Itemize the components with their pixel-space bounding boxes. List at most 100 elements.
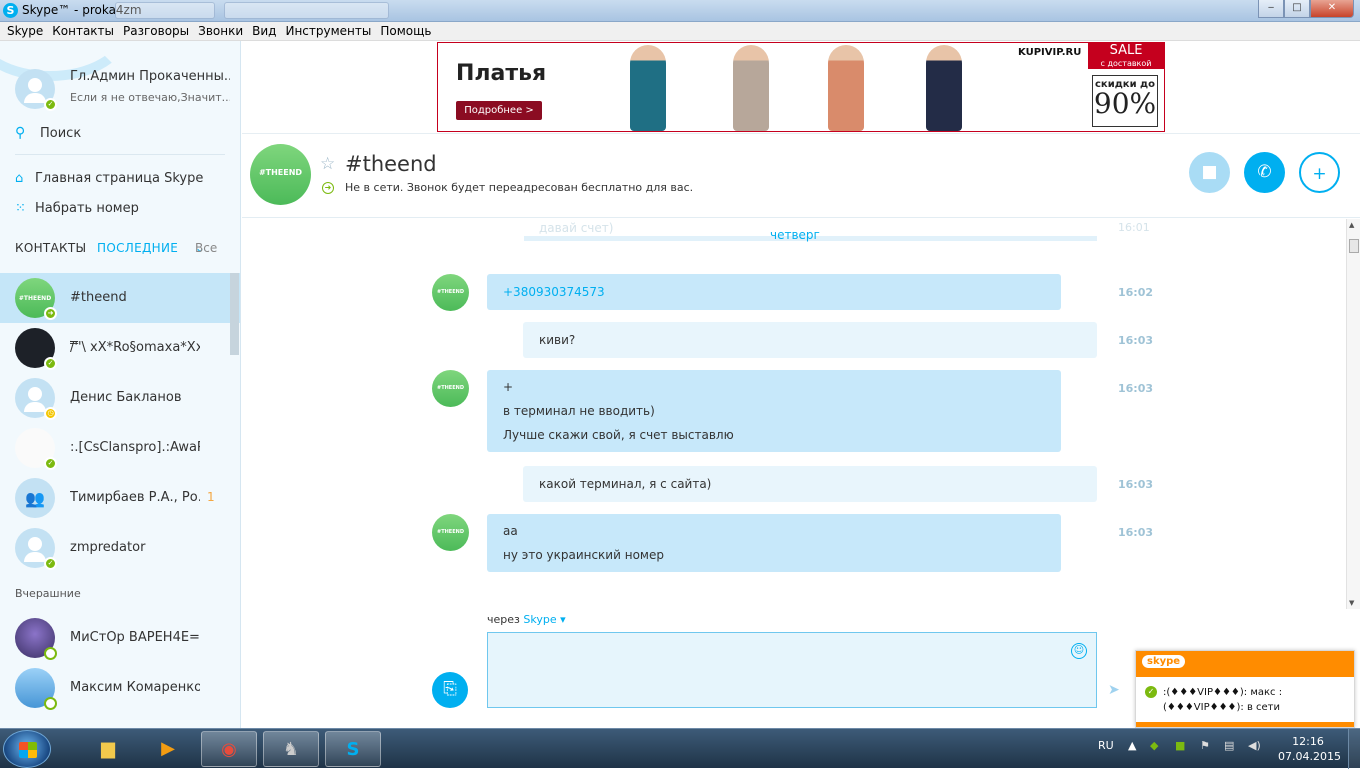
background-tab bbox=[115, 2, 215, 19]
background-tab bbox=[224, 2, 389, 19]
group-icon: 👥 bbox=[25, 488, 45, 508]
counter-strike-icon: ♞ bbox=[282, 739, 300, 760]
maximize-button[interactable]: □ bbox=[1284, 0, 1310, 18]
offline-status-icon bbox=[44, 697, 57, 710]
contact-avatar: ◷ bbox=[15, 378, 57, 420]
menu-tools[interactable]: Инструменты bbox=[282, 22, 377, 40]
language-indicator[interactable]: RU bbox=[1098, 739, 1114, 752]
contact-item[interactable]: МиСтОр ВАРЕН4Е=) bbox=[0, 613, 240, 663]
skype-notification[interactable]: skype ✓ :(♦♦♦VIP♦♦♦): макс :(♦♦♦VIP♦♦♦):… bbox=[1135, 650, 1355, 728]
dress-image bbox=[733, 45, 769, 131]
home-label: Главная страница Skype bbox=[35, 171, 204, 186]
ad-more-button[interactable]: Подробнее > bbox=[456, 101, 542, 120]
message-input[interactable]: ☺ bbox=[487, 632, 1097, 708]
contact-item[interactable]: ✓ ̿̿/̿'̿'\ xX*Ro§omaxa*Xx• bbox=[0, 323, 240, 373]
action-center-icon[interactable]: ⚑ bbox=[1200, 739, 1210, 752]
home-link[interactable]: ⌂ Главная страница Skype bbox=[15, 171, 203, 186]
menu-skype[interactable]: Skype bbox=[4, 22, 49, 40]
show-hidden-icons[interactable]: ▲ bbox=[1128, 739, 1136, 752]
explorer-taskbar-button[interactable]: ▆ bbox=[80, 731, 136, 767]
phone-link[interactable]: +380930374573 bbox=[503, 280, 1045, 304]
ad-sale-badge: SALE с доставкой bbox=[1088, 43, 1164, 69]
video-camera-icon: ■ bbox=[1201, 162, 1218, 182]
conversation-title: #theend bbox=[345, 152, 437, 176]
voice-call-button[interactable]: ✆ bbox=[1244, 152, 1285, 193]
tab-recent[interactable]: ПОСЛЕДНИЕ bbox=[97, 241, 178, 255]
sender-avatar[interactable]: #THEEND bbox=[432, 274, 469, 311]
dial-link[interactable]: ⁙ Набрать номер bbox=[15, 201, 139, 216]
scrollbar-thumb[interactable] bbox=[1349, 239, 1359, 253]
chevron-down-icon: ▾ bbox=[560, 613, 566, 626]
dress-image bbox=[828, 45, 864, 131]
minimize-button[interactable]: ‒ bbox=[1258, 0, 1284, 18]
scroll-up-icon[interactable]: ▲ bbox=[1349, 221, 1354, 229]
chat-scrollbar[interactable]: ▲ ▼ bbox=[1346, 219, 1360, 609]
menu-conversations[interactable]: Разговоры bbox=[120, 22, 195, 40]
contact-item[interactable]: 👥 Тимирбаев Р.А., Ро... 1 bbox=[0, 473, 240, 523]
skype-tray-icon[interactable]: ■ bbox=[1175, 739, 1185, 752]
message-bubble[interactable]: + в терминал не вводить) Лучше скажи сво… bbox=[487, 370, 1061, 452]
menu-calls[interactable]: Звонки bbox=[195, 22, 249, 40]
menu-view[interactable]: Вид bbox=[249, 22, 282, 40]
skype-taskbar-button[interactable]: S bbox=[325, 731, 381, 767]
contact-item[interactable]: Максим Комаренко bbox=[0, 663, 240, 713]
conversation-avatar[interactable]: #THEEND bbox=[250, 144, 311, 205]
emoticon-button[interactable]: ☺ bbox=[1071, 643, 1087, 659]
send-via-selector[interactable]: через Skype ▾ bbox=[487, 613, 566, 626]
phone-icon: ✆ bbox=[1257, 162, 1272, 182]
close-button[interactable]: ✕ bbox=[1310, 0, 1354, 18]
ad-banner[interactable]: Платья Подробнее > KUPIVIP.RU SALE с дост… bbox=[437, 42, 1165, 132]
contact-item[interactable]: ✓ zmpredator bbox=[0, 523, 240, 573]
dress-image bbox=[926, 45, 962, 131]
counter-strike-taskbar-button[interactable]: ♞ bbox=[263, 731, 319, 767]
contact-item[interactable]: ✓ :.[CsClanspro].:AwaPA bbox=[0, 423, 240, 473]
contact-name: ̿̿/̿'̿'\ xX*Ro§omaxa*Xx• bbox=[70, 340, 200, 355]
system-clock[interactable]: 12:16 07.04.2015 bbox=[1278, 734, 1341, 764]
sender-avatar[interactable]: #THEEND bbox=[432, 514, 469, 551]
contact-item[interactable]: ◷ Денис Бакланов bbox=[0, 373, 240, 423]
via-label: через bbox=[487, 613, 520, 626]
scroll-down-icon[interactable]: ▼ bbox=[1349, 599, 1354, 607]
unread-count: 1 bbox=[207, 490, 215, 504]
message-bubble[interactable]: какой терминал, я с сайта) bbox=[523, 466, 1097, 502]
chrome-taskbar-button[interactable]: ◉ bbox=[201, 731, 257, 767]
show-desktop-button[interactable] bbox=[1348, 729, 1360, 769]
forward-status-icon: ➜ bbox=[44, 307, 57, 320]
start-button[interactable] bbox=[3, 730, 51, 768]
attach-file-button[interactable]: ⎘ bbox=[432, 672, 468, 708]
favorite-star-icon[interactable]: ☆ bbox=[320, 154, 335, 174]
video-call-button[interactable]: ■ bbox=[1189, 152, 1230, 193]
message-text: киви? bbox=[539, 333, 576, 347]
message-time: 16:03 bbox=[1118, 478, 1154, 491]
profile-mood[interactable]: Если я не отвечаю,Значит... bbox=[70, 91, 230, 104]
discount-value: 90% bbox=[1093, 87, 1157, 120]
message-history[interactable]: давай счет) 16:01 четверг #THEEND +38093… bbox=[242, 219, 1346, 609]
menu-help[interactable]: Помощь bbox=[377, 22, 437, 40]
contact-item[interactable]: #THEEND ➜ #theend bbox=[0, 273, 240, 323]
add-people-button[interactable]: + bbox=[1299, 152, 1340, 193]
message-text: + bbox=[503, 380, 514, 394]
nvidia-icon[interactable]: ◆ bbox=[1150, 739, 1158, 752]
search-icon: ⚲ bbox=[15, 125, 26, 141]
send-button[interactable]: ➤ bbox=[1108, 682, 1120, 698]
contact-avatar bbox=[15, 668, 57, 710]
profile-avatar[interactable]: ✓ bbox=[15, 69, 57, 111]
message-bubble[interactable]: +380930374573 bbox=[487, 274, 1061, 310]
search-button[interactable]: ⚲ Поиск bbox=[15, 125, 225, 155]
sidebar-scrollbar[interactable] bbox=[230, 273, 239, 355]
via-service: Skype bbox=[523, 613, 557, 626]
message-bubble[interactable]: аа ну это украинский номер bbox=[487, 514, 1061, 572]
media-player-taskbar-button[interactable]: ▶ bbox=[140, 731, 196, 767]
ad-logo: KUPIVIP.RU bbox=[1018, 47, 1082, 58]
profile-name[interactable]: Гл.Админ Прокаченны... bbox=[70, 69, 230, 84]
sale-sub-text: с доставкой bbox=[1100, 59, 1152, 68]
tab-contacts[interactable]: КОНТАКТЫ bbox=[15, 241, 86, 255]
contact-name: МиСтОр ВАРЕН4Е=) bbox=[70, 630, 200, 645]
message-bubble[interactable]: киви? bbox=[523, 322, 1097, 358]
menu-contacts[interactable]: Контакты bbox=[49, 22, 120, 40]
online-status-icon: ✓ bbox=[44, 457, 57, 470]
volume-icon[interactable]: ◀) bbox=[1248, 739, 1261, 752]
filter-dropdown[interactable]: Все ⌄ bbox=[195, 241, 217, 255]
sender-avatar[interactable]: #THEEND bbox=[432, 370, 469, 407]
network-icon[interactable]: ▤ bbox=[1224, 739, 1234, 752]
